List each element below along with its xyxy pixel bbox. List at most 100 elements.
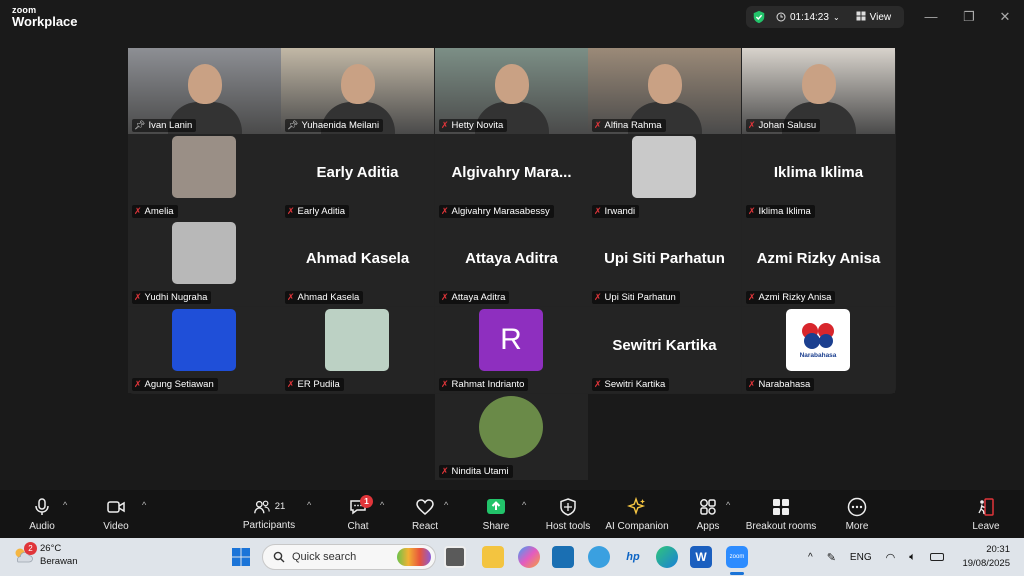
narabahasa-logo: Narabahasa [786,309,850,371]
timer-value: 01:14:23 [790,11,829,23]
word-icon[interactable]: W [690,546,712,568]
participant-tile[interactable]: ✗ Alfina Rahma [588,48,741,134]
participants-button[interactable]: 21 Participants [240,490,298,538]
participant-tile[interactable]: ✗ Yudhi Nugraha [128,220,281,306]
participant-name-label: ✗ Azmi Rizky Anisa [746,291,836,304]
participant-name: Irwandi [604,206,636,217]
minimize-button[interactable]: — [922,8,940,26]
participant-tile[interactable]: ✗ Johan Salusu [742,48,895,134]
chat-unread-badge: 1 [360,495,373,508]
more-button[interactable]: More [837,490,877,538]
zoom-app-icon[interactable]: zoom [726,546,748,568]
meeting-timer[interactable]: 01:14:23 ⌄ [776,12,840,23]
view-button[interactable]: View [856,11,891,24]
participants-icon [253,500,270,513]
taskbar-clock[interactable]: 20:31 19/08/2025 [962,543,1010,571]
participant-display-name: Algivahry Mara... [451,164,572,181]
restore-button[interactable]: ❐ [960,8,978,26]
react-options-caret-icon[interactable]: ^ [444,500,448,510]
host-tools-button[interactable]: Host tools [540,490,596,538]
participant-tile[interactable]: Ahmad Kasela ✗ Ahmad Kasela [281,220,434,306]
leave-button[interactable]: Leave [966,490,1006,538]
weather-badge: 2 [24,542,37,555]
participant-tile[interactable]: Algivahry Mara... ✗ Algivahry Marasabessy [435,134,588,220]
participant-display-name: Sewitri Kartika [612,337,717,354]
microphone-muted-icon: ✗ [134,292,142,302]
participant-tile[interactable]: 📌︎ Yuhaenida Meilani [281,48,434,134]
participant-tile[interactable]: Narabahasa ✗ Narabahasa [742,307,895,393]
microphone-muted-icon: ✗ [441,120,449,130]
ai-companion-label: AI Companion [605,520,669,532]
weather-widget[interactable]: 26°C Berawan [12,542,78,568]
participant-name: Alfina Rahma [604,120,662,131]
react-button[interactable]: React [405,490,445,538]
windows-taskbar: 26°C Berawan 2 Quick search hp W zoom ^ … [0,538,1024,576]
participant-tile[interactable]: ✗ ER Pudila [281,307,434,393]
participant-tile[interactable]: ✗ Hetty Novita [435,48,588,134]
participant-tile[interactable]: Azmi Rizky Anisa ✗ Azmi Rizky Anisa [742,220,895,306]
participant-name: Azmi Rizky Anisa [758,292,832,303]
microphone-muted-icon: ✗ [748,292,756,302]
participant-name-label: ✗ Ahmad Kasela [285,291,364,304]
participant-tile[interactable]: ✗ Agung Setiawan [128,307,281,393]
ai-companion-button[interactable]: AI Companion [604,490,670,538]
participant-tile[interactable]: ✗ Nindita Utami [435,394,588,480]
share-options-caret-icon[interactable]: ^ [522,500,526,510]
microphone-muted-icon: ✗ [441,466,449,476]
weather-app-icon[interactable] [588,546,610,568]
close-button[interactable]: ✕ [996,8,1014,26]
participant-name: Hetty Novita [451,120,504,131]
video-label: Video [103,520,129,532]
windows-start-icon[interactable] [230,546,252,568]
chevron-up-icon[interactable]: ^ [808,552,813,563]
chevron-down-icon: ⌄ [832,12,840,22]
participant-profile-photo [325,309,389,371]
language-indicator[interactable]: ENG [850,552,872,563]
participant-name: Sewitri Kartika [604,379,666,390]
audio-label: Audio [29,520,55,532]
participant-tile[interactable]: Early Aditia ✗ Early Aditia [281,134,434,220]
participant-name-label: ✗ Irwandi [592,205,640,218]
copilot-icon[interactable] [518,546,540,568]
audio-button[interactable]: Audio [22,490,62,538]
participant-tile[interactable]: ✗ Amelia [128,134,281,220]
wifi-icon[interactable]: ◠ [886,551,896,564]
hp-icon[interactable]: hp [622,546,644,568]
battery-icon[interactable] [929,553,944,561]
task-view-icon[interactable] [444,546,466,568]
participant-name: Narabahasa [758,379,811,390]
participant-name-label: ✗ Rahmat Indrianto [439,378,529,391]
participants-options-caret-icon[interactable]: ^ [307,500,311,510]
volume-icon[interactable]: 🔈︎ [909,551,916,564]
breakout-rooms-button[interactable]: Breakout rooms [744,490,818,538]
participant-tile[interactable]: R ✗ Rahmat Indrianto [435,307,588,393]
participant-name: Agung Setiawan [144,379,214,390]
weather-desc: Berawan [40,556,78,567]
participant-tile[interactable]: 📌︎ Ivan Lanin [128,48,281,134]
microphone-muted-icon: ✗ [594,120,602,130]
participant-tile[interactable]: ✗ Irwandi [588,134,741,220]
audio-options-caret-icon[interactable]: ^ [63,500,67,510]
share-button[interactable]: Share [476,490,516,538]
grid-view-icon [856,11,866,24]
participant-tile[interactable]: Upi Siti Parhatun ✗ Upi Siti Parhatun [588,220,741,306]
taskbar-search[interactable]: Quick search [262,544,436,570]
shield-check-icon[interactable] [752,10,766,24]
file-explorer-icon[interactable] [482,546,504,568]
apps-button[interactable]: Apps [688,490,728,538]
microphone-muted-icon: ✗ [287,206,295,216]
participant-name-label: ✗ Hetty Novita [439,119,508,132]
participant-name-label: ✗ Sewitri Kartika [592,378,670,391]
video-options-caret-icon[interactable]: ^ [142,500,146,510]
search-icon [273,551,285,563]
chat-options-caret-icon[interactable]: ^ [380,500,384,510]
participant-tile[interactable]: Iklima Iklima ✗ Iklima Iklima [742,134,895,220]
microsoft-store-icon[interactable] [552,546,574,568]
apps-options-caret-icon[interactable]: ^ [726,500,730,510]
logo-bottom: Workplace [12,14,78,29]
edge-browser-icon[interactable] [656,546,678,568]
participant-tile[interactable]: Sewitri Kartika ✗ Sewitri Kartika [588,307,741,393]
video-button[interactable]: Video [96,490,136,538]
participant-tile[interactable]: Attaya Aditra ✗ Attaya Aditra [435,220,588,306]
location-pen-icon[interactable]: ✎ [827,551,836,564]
